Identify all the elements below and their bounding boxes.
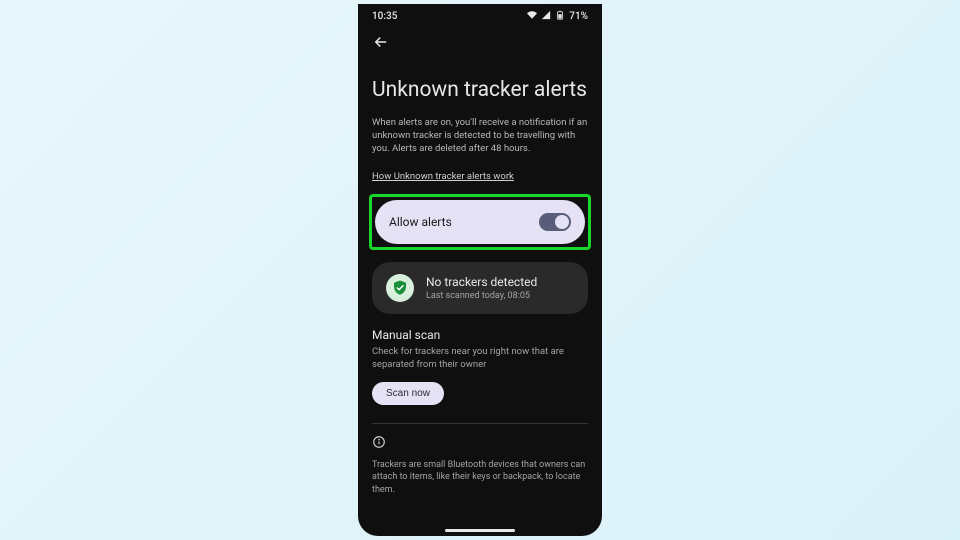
- allow-alerts-label: Allow alerts: [389, 215, 452, 229]
- signal-icon: [541, 10, 551, 23]
- allow-alerts-card[interactable]: Allow alerts: [375, 200, 585, 244]
- allow-alerts-toggle[interactable]: [539, 213, 571, 231]
- back-icon[interactable]: [372, 33, 588, 51]
- tracker-status-subtitle: Last scanned today, 08:05: [426, 291, 537, 301]
- allow-alerts-highlight: Allow alerts: [369, 194, 591, 250]
- tracker-status-card: No trackers detected Last scanned today,…: [372, 262, 588, 314]
- status-time: 10:35: [372, 11, 397, 22]
- status-right: 71%: [527, 10, 588, 23]
- battery-icon: [555, 10, 565, 23]
- info-icon: [372, 434, 386, 453]
- shield-check-icon: [386, 274, 414, 302]
- tracker-status-title: No trackers detected: [426, 275, 537, 289]
- status-bar: 10:35 71%: [358, 4, 602, 23]
- manual-scan-heading: Manual scan: [372, 328, 588, 342]
- page-title: Unknown tracker alerts: [372, 77, 588, 103]
- page-description: When alerts are on, you'll receive a not…: [372, 117, 588, 155]
- scan-now-button[interactable]: Scan now: [372, 382, 444, 405]
- phone-frame: 10:35 71% Unknown tracker alerts When al…: [358, 4, 602, 536]
- home-indicator[interactable]: [445, 529, 515, 532]
- manual-scan-description: Check for trackers near you right now th…: [372, 346, 588, 372]
- wifi-icon: [527, 10, 537, 23]
- how-it-works-link[interactable]: How Unknown tracker alerts work: [372, 171, 514, 182]
- footer-text: Trackers are small Bluetooth devices tha…: [372, 459, 588, 495]
- battery-percent: 71%: [569, 11, 588, 22]
- divider: [372, 423, 588, 424]
